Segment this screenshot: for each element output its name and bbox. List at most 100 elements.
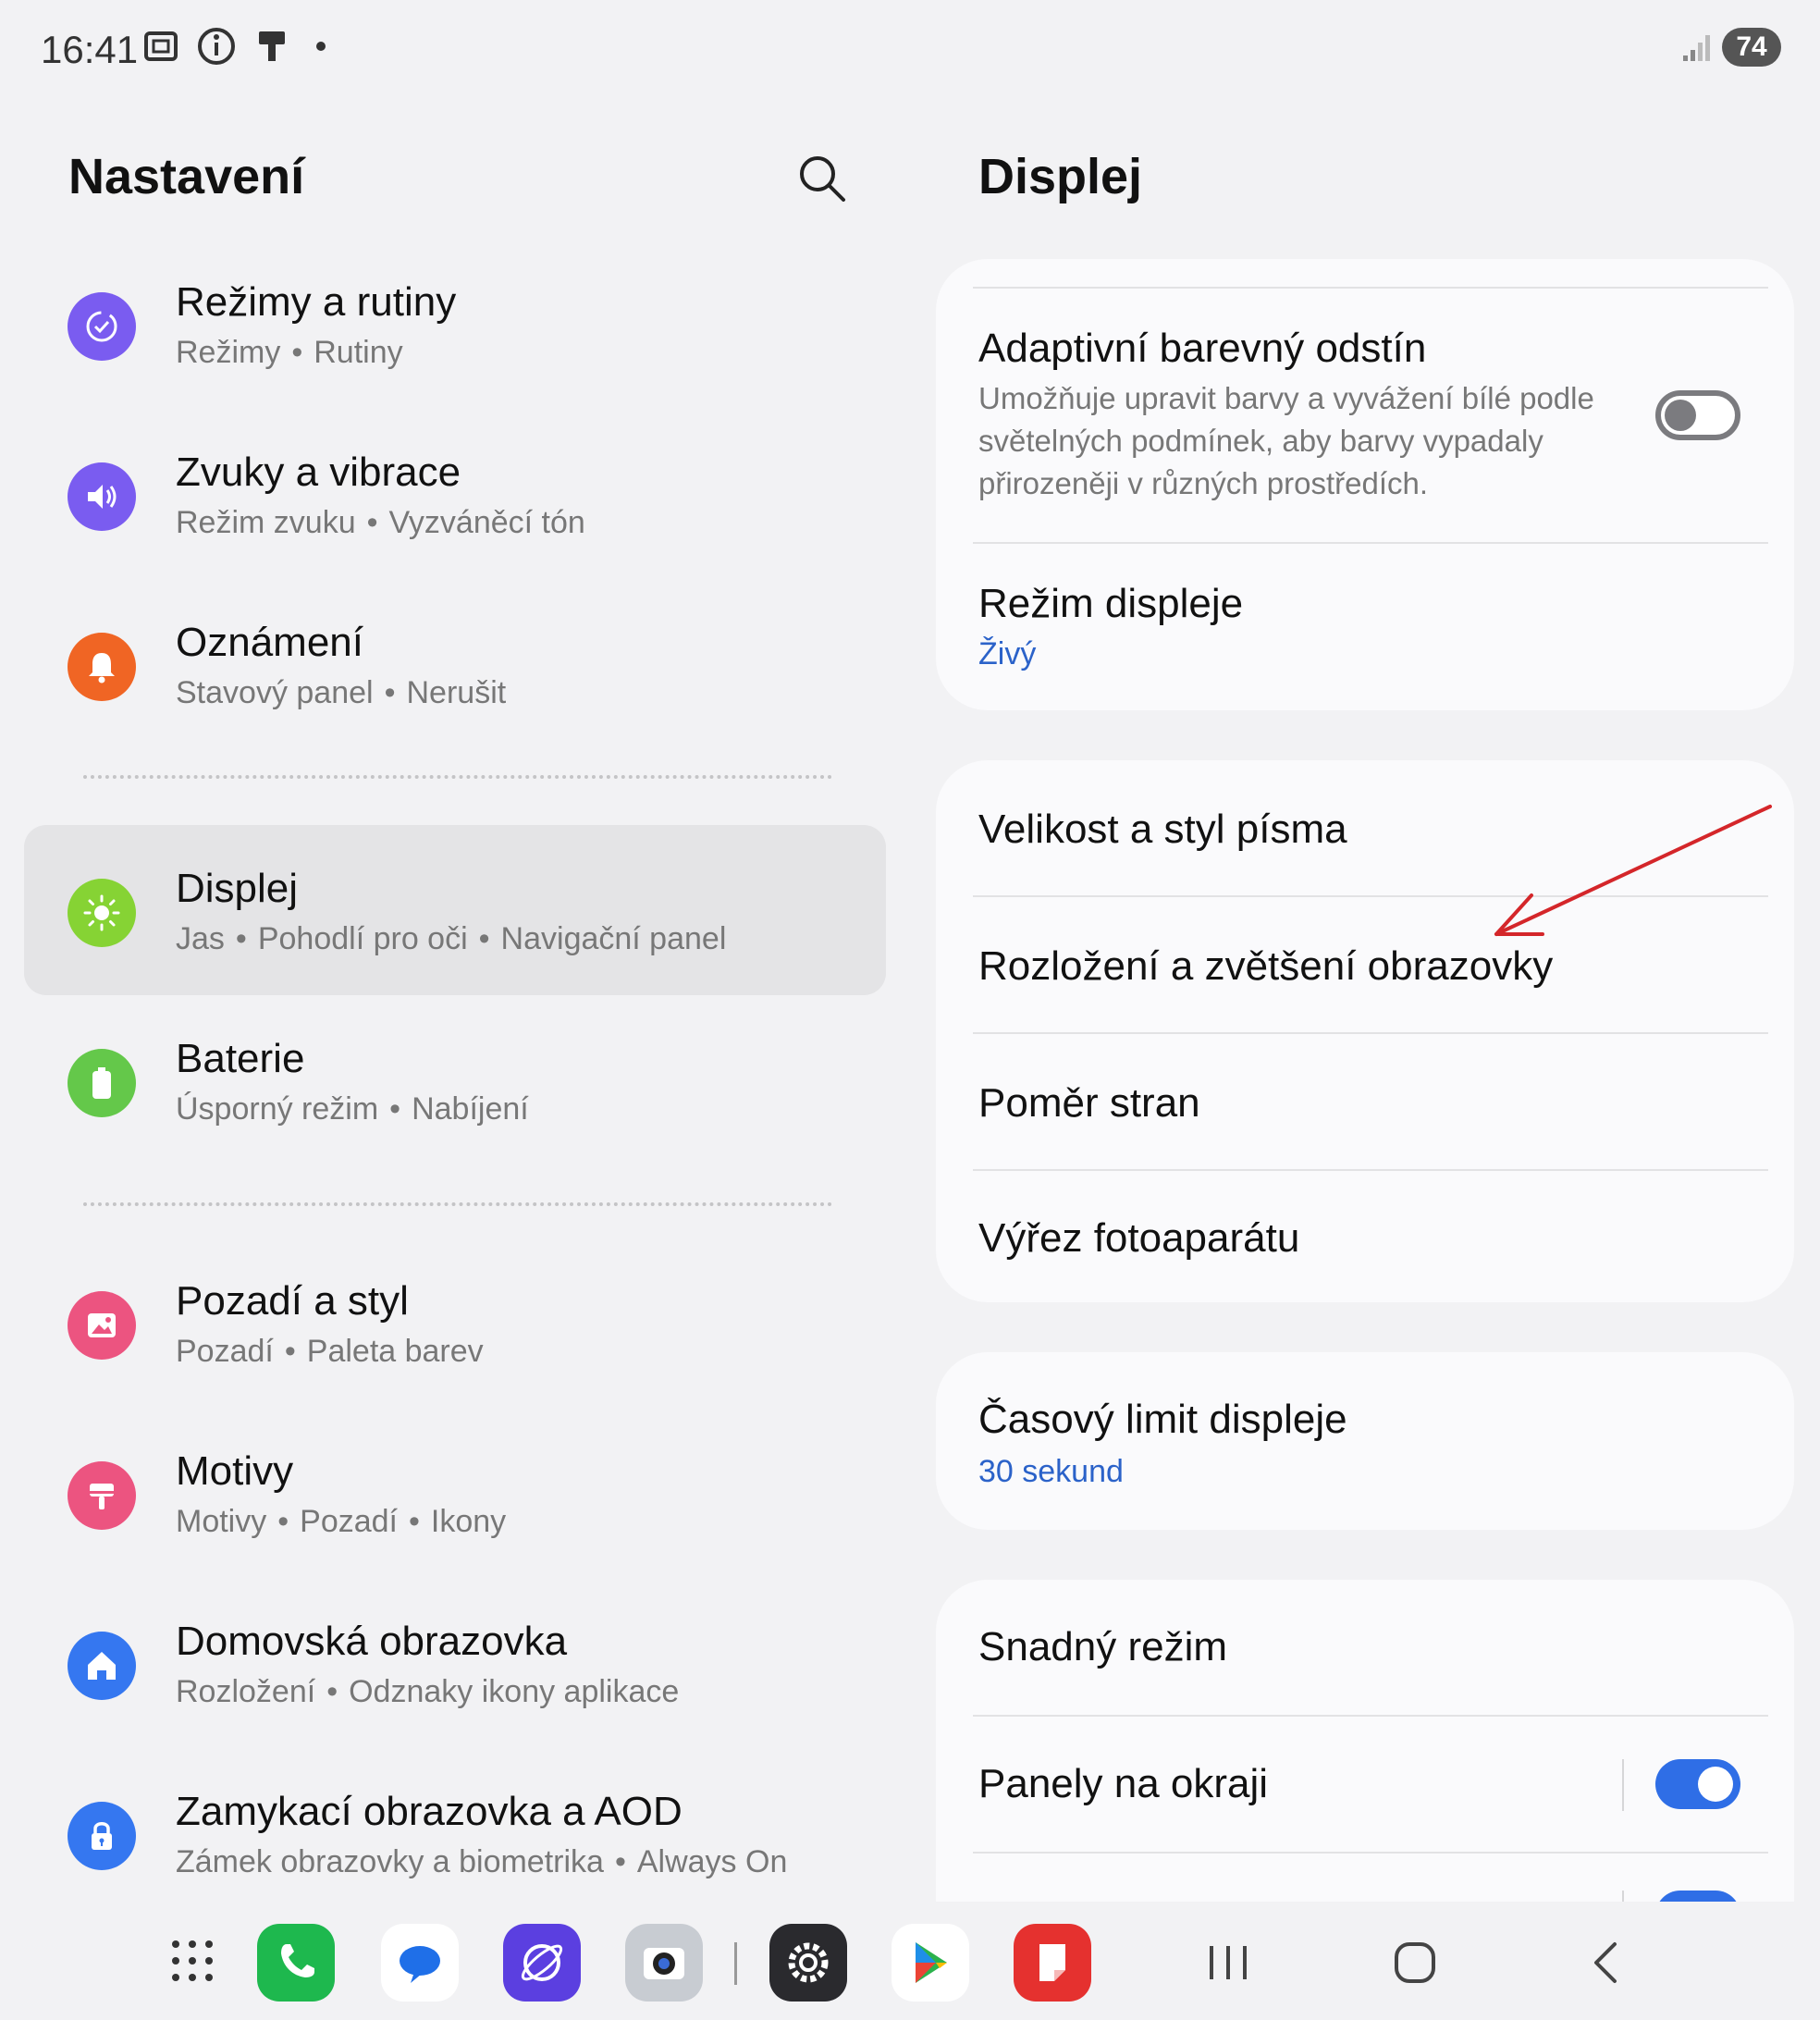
adaptive-color-row[interactable]: Adaptivní barevný odstín Umožňuje upravi…: [936, 289, 1794, 525]
settings-item[interactable]: Oznámení Stavový panel • Nerušit: [24, 579, 886, 749]
subtitle-part: Režimy: [176, 335, 281, 370]
sound-icon: [68, 462, 136, 531]
settings-item[interactable]: Režimy a rutiny Režimy • Rutiny: [24, 239, 886, 409]
screenshot-icon: [144, 31, 178, 61]
brush-icon: [259, 31, 285, 61]
phone-app-icon[interactable]: [257, 1924, 335, 2002]
adaptive-color-desc: Umožňuje upravit barvy a vyvážení bílé p…: [978, 381, 1594, 500]
display-mode-row[interactable]: Režim displeje Živý: [936, 544, 1794, 710]
status-dot: [316, 42, 326, 51]
settings-item-title: Displej: [176, 866, 299, 911]
apps-grid-icon[interactable]: [170, 1939, 215, 1983]
settings-item[interactable]: Zvuky a vibrace Režim zvuku • Vyzváněcí tón: [24, 409, 886, 579]
timeout-title: Časový limit displeje: [978, 1397, 1347, 1442]
subtitle-part: Pozadí: [176, 1334, 274, 1369]
adaptive-color-toggle[interactable]: [1655, 390, 1740, 440]
lock-icon: [68, 1802, 136, 1870]
subtitle-part: Pozadí: [300, 1504, 398, 1539]
subtitle-part: Stavový panel: [176, 675, 374, 710]
play-store-app-icon[interactable]: [892, 1924, 969, 2002]
search-icon[interactable]: [795, 152, 849, 205]
vertical-divider: [1622, 1759, 1624, 1811]
settings-item-subtitle: Stavový panel • Nerušit: [176, 675, 506, 711]
bullet-separator: •: [409, 1504, 420, 1539]
settings-item-subtitle: Režim zvuku • Vyzváněcí tón: [176, 505, 585, 541]
subtitle-part: Odznaky ikony aplikace: [349, 1674, 680, 1709]
timeout-value: 30 sekund: [978, 1454, 1124, 1489]
bullet-separator: •: [389, 1091, 401, 1127]
settings-title: Nastavení: [68, 149, 305, 204]
bullet-separator: •: [284, 1334, 296, 1369]
edge-panels-row[interactable]: Panely na okraji: [936, 1717, 1794, 1852]
aspect-ratio-title: Poměr stran: [978, 1080, 1200, 1126]
display-title: Displej: [978, 149, 1143, 204]
settings-item[interactable]: Pozadí a styl Pozadí • Paleta barev: [24, 1238, 886, 1408]
partial-toggle[interactable]: [1655, 1891, 1740, 1902]
subtitle-part: Nerušit: [406, 675, 507, 710]
sun-icon: [68, 879, 136, 947]
divider: [83, 775, 832, 779]
messages-app-icon[interactable]: [381, 1924, 459, 2002]
camera-cutout-row[interactable]: Výřez fotoaparátu: [936, 1171, 1794, 1302]
settings-item-subtitle: Pozadí • Paleta barev: [176, 1334, 484, 1370]
settings-item-title: Zamykací obrazovka a AOD: [176, 1789, 682, 1834]
camera-cutout-title: Výřez fotoaparátu: [978, 1215, 1300, 1261]
modes-icon: [68, 292, 136, 361]
settings-item-title: Pozadí a styl: [176, 1278, 409, 1324]
card-timeout: Časový limit displeje 30 sekund: [936, 1352, 1794, 1530]
timeout-row[interactable]: Časový limit displeje 30 sekund: [936, 1352, 1794, 1530]
recent-apps-button[interactable]: [1200, 1935, 1256, 1990]
card-easy: Snadný režim Panely na okraji: [936, 1580, 1794, 1902]
settings-app-icon[interactable]: [769, 1924, 847, 2002]
settings-item[interactable]: Zamykací obrazovka a AOD Zámek obrazovky …: [24, 1748, 886, 1918]
settings-item[interactable]: Domovská obrazovka Rozložení • Odznaky ikon…: [24, 1578, 886, 1748]
subtitle-part: Zámek obrazovky a biometrika: [176, 1844, 604, 1879]
subtitle-part: Režim zvuku: [176, 505, 356, 540]
edge-panels-toggle[interactable]: [1655, 1759, 1740, 1809]
adaptive-color-title: Adaptivní barevný odstín: [978, 326, 1427, 371]
battery-icon: [68, 1049, 136, 1117]
subtitle-part: Ikony: [430, 1504, 507, 1539]
signal-icon: [1683, 35, 1710, 61]
home-button[interactable]: [1387, 1935, 1443, 1990]
subtitle-part: Motivy: [176, 1504, 267, 1539]
battery-indicator: 74: [1722, 28, 1781, 67]
subtitle-part: Úsporný režim: [176, 1091, 379, 1127]
settings-item[interactable]: Motivy Motivy • Pozadí • Ikony: [24, 1408, 886, 1578]
subtitle-part: Vyzváněcí tón: [388, 505, 585, 540]
internet-app-icon[interactable]: [503, 1924, 581, 2002]
info-icon: [198, 28, 235, 65]
subtitle-part: Navigační panel: [500, 921, 727, 956]
subtitle-part: Paleta barev: [306, 1334, 484, 1369]
dock-separator: [734, 1942, 737, 1985]
settings-item-title: Domovská obrazovka: [176, 1619, 568, 1664]
subtitle-part: Pohodlí pro oči: [257, 921, 468, 956]
bullet-separator: •: [384, 675, 396, 710]
subtitle-part: Always On: [636, 1844, 788, 1879]
dock: [0, 1907, 1820, 2020]
annotation-arrow: [1494, 805, 1772, 936]
settings-item-subtitle: Zámek obrazovky a biometrika • Always On: [176, 1844, 787, 1880]
notes-app-icon[interactable]: [1014, 1924, 1091, 2002]
edge-panels-title: Panely na okraji: [978, 1761, 1269, 1806]
settings-item[interactable]: Displej Jas • Pohodlí pro oči • Navigační pan…: [24, 825, 886, 995]
row-divider: [973, 1852, 1768, 1854]
subtitle-part: Rozložení: [176, 1674, 316, 1709]
settings-item[interactable]: Baterie Úsporný režim • Nabíjení: [24, 995, 886, 1165]
settings-item-subtitle: Jas • Pohodlí pro oči • Navigační panel: [176, 921, 726, 957]
display-mode-value: Živý: [978, 636, 1037, 671]
bullet-separator: •: [366, 505, 378, 540]
font-size-title: Velikost a styl písma: [978, 807, 1347, 852]
back-button[interactable]: [1578, 1935, 1633, 1990]
wallpaper-icon: [68, 1291, 136, 1360]
easy-mode-title: Snadný režim: [978, 1624, 1228, 1669]
easy-mode-row[interactable]: Snadný režim: [936, 1580, 1794, 1715]
settings-item-subtitle: Motivy • Pozadí • Ikony: [176, 1504, 506, 1540]
settings-item-subtitle: Rozložení • Odznaky ikony aplikace: [176, 1674, 679, 1710]
aspect-ratio-row[interactable]: Poměr stran: [936, 1034, 1794, 1169]
subtitle-part: Rutiny: [314, 335, 403, 370]
settings-item-title: Baterie: [176, 1036, 305, 1081]
camera-app-icon[interactable]: [625, 1924, 703, 2002]
subtitle-part: Nabíjení: [412, 1091, 529, 1127]
status-icons: [141, 26, 326, 67]
